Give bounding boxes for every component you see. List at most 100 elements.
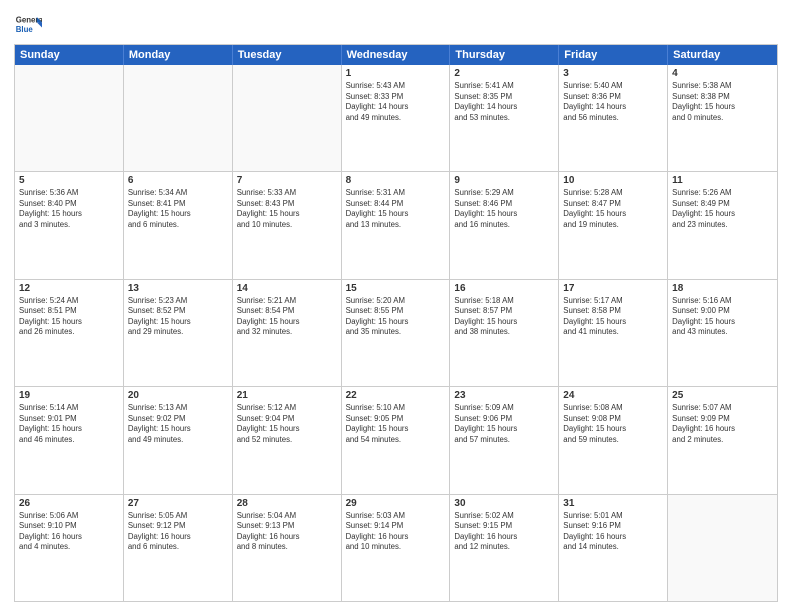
calendar-cell: 13Sunrise: 5:23 AMSunset: 8:52 PMDayligh… bbox=[124, 280, 233, 386]
logo-icon: General Blue bbox=[14, 10, 42, 38]
calendar-cell: 29 Sunrise: 5:03 AMSunset: 9:14 PMDayligh… bbox=[342, 495, 451, 601]
cell-info: Sunrise: 5:18 AMSunset: 8:57 PMDaylight:… bbox=[454, 296, 554, 338]
page: General Blue SundayMondayTuesdayWednesda… bbox=[0, 0, 792, 612]
calendar-cell: 22Sunrise: 5:10 AMSunset: 9:05 PMDayligh… bbox=[342, 387, 451, 493]
day-number: 2 bbox=[454, 68, 554, 79]
calendar-row-2: 5 Sunrise: 5:36 AMSunset: 8:40 PMDaylight… bbox=[15, 171, 777, 278]
day-number: 30 bbox=[454, 498, 554, 509]
calendar-cell: 17 Sunrise: 5:17 AMSunset: 8:58 PMDayligh… bbox=[559, 280, 668, 386]
calendar-header: SundayMondayTuesdayWednesdayThursdayFrid… bbox=[15, 45, 777, 65]
cell-info: Sunrise: 5:29 AMSunset: 8:46 PMDaylight:… bbox=[454, 188, 554, 230]
cell-info: Sunrise: 5:02 AMSunset: 9:15 PMDaylight:… bbox=[454, 511, 554, 553]
cell-info: Sunrise: 5:38 AMSunset: 8:38 PMDaylight:… bbox=[672, 81, 773, 123]
day-number: 28 bbox=[237, 498, 337, 509]
header-day-saturday: Saturday bbox=[668, 45, 777, 65]
header-day-wednesday: Wednesday bbox=[342, 45, 451, 65]
day-number: 19 bbox=[19, 390, 119, 401]
calendar-row-4: 19 Sunrise: 5:14 AMSunset: 9:01 PMDayligh… bbox=[15, 386, 777, 493]
day-number: 23 bbox=[454, 390, 554, 401]
day-number: 3 bbox=[563, 68, 663, 79]
header-day-monday: Monday bbox=[124, 45, 233, 65]
cell-info: Sunrise: 5:06 AMSunset: 9:10 PMDaylight:… bbox=[19, 511, 119, 553]
day-number: 10 bbox=[563, 175, 663, 186]
cell-info: Sunrise: 5:13 AMSunset: 9:02 PMDaylight:… bbox=[128, 403, 228, 445]
cell-info: Sunrise: 5:21 AMSunset: 8:54 PMDaylight:… bbox=[237, 296, 337, 338]
day-number: 11 bbox=[672, 175, 773, 186]
cell-info: Sunrise: 5:17 AMSunset: 8:58 PMDaylight:… bbox=[563, 296, 663, 338]
day-number: 25 bbox=[672, 390, 773, 401]
cell-info: Sunrise: 5:09 AMSunset: 9:06 PMDaylight:… bbox=[454, 403, 554, 445]
cell-info: Sunrise: 5:24 AMSunset: 8:51 PMDaylight:… bbox=[19, 296, 119, 338]
cell-info: Sunrise: 5:01 AMSunset: 9:16 PMDaylight:… bbox=[563, 511, 663, 553]
cell-info: Sunrise: 5:20 AMSunset: 8:55 PMDaylight:… bbox=[346, 296, 446, 338]
cell-info: Sunrise: 5:16 AMSunset: 9:00 PMDaylight:… bbox=[672, 296, 773, 338]
calendar-cell: 12Sunrise: 5:24 AMSunset: 8:51 PMDayligh… bbox=[15, 280, 124, 386]
calendar-cell: 30 Sunrise: 5:02 AMSunset: 9:15 PMDayligh… bbox=[450, 495, 559, 601]
day-number: 15 bbox=[346, 283, 446, 294]
cell-info: Sunrise: 5:08 AMSunset: 9:08 PMDaylight:… bbox=[563, 403, 663, 445]
day-number: 9 bbox=[454, 175, 554, 186]
cell-info: Sunrise: 5:31 AMSunset: 8:44 PMDaylight:… bbox=[346, 188, 446, 230]
day-number: 18 bbox=[672, 283, 773, 294]
day-number: 17 bbox=[563, 283, 663, 294]
cell-info: Sunrise: 5:40 AMSunset: 8:36 PMDaylight:… bbox=[563, 81, 663, 123]
day-number: 20 bbox=[128, 390, 228, 401]
day-number: 16 bbox=[454, 283, 554, 294]
day-number: 14 bbox=[237, 283, 337, 294]
calendar-row-3: 12Sunrise: 5:24 AMSunset: 8:51 PMDayligh… bbox=[15, 279, 777, 386]
day-number: 27 bbox=[128, 498, 228, 509]
day-number: 7 bbox=[237, 175, 337, 186]
cell-info: Sunrise: 5:14 AMSunset: 9:01 PMDaylight:… bbox=[19, 403, 119, 445]
cell-info: Sunrise: 5:05 AMSunset: 9:12 PMDaylight:… bbox=[128, 511, 228, 553]
logo: General Blue bbox=[14, 10, 46, 38]
cell-info: Sunrise: 5:36 AMSunset: 8:40 PMDaylight:… bbox=[19, 188, 119, 230]
calendar-cell: 5 Sunrise: 5:36 AMSunset: 8:40 PMDaylight… bbox=[15, 172, 124, 278]
svg-text:Blue: Blue bbox=[16, 25, 34, 34]
calendar-cell: 21Sunrise: 5:12 AMSunset: 9:04 PMDayligh… bbox=[233, 387, 342, 493]
cell-info: Sunrise: 5:33 AMSunset: 8:43 PMDaylight:… bbox=[237, 188, 337, 230]
calendar-cell bbox=[668, 495, 777, 601]
cell-info: Sunrise: 5:04 AMSunset: 9:13 PMDaylight:… bbox=[237, 511, 337, 553]
calendar-cell: 11 Sunrise: 5:26 AMSunset: 8:49 PMDayligh… bbox=[668, 172, 777, 278]
cell-info: Sunrise: 5:03 AMSunset: 9:14 PMDaylight:… bbox=[346, 511, 446, 553]
calendar-cell: 27 Sunrise: 5:05 AMSunset: 9:12 PMDayligh… bbox=[124, 495, 233, 601]
cell-info: Sunrise: 5:07 AMSunset: 9:09 PMDaylight:… bbox=[672, 403, 773, 445]
cell-info: Sunrise: 5:12 AMSunset: 9:04 PMDaylight:… bbox=[237, 403, 337, 445]
calendar-cell: 15 Sunrise: 5:20 AMSunset: 8:55 PMDayligh… bbox=[342, 280, 451, 386]
calendar-cell: 1 Sunrise: 5:43 AMSunset: 8:33 PMDaylight… bbox=[342, 65, 451, 171]
calendar-cell: 19 Sunrise: 5:14 AMSunset: 9:01 PMDayligh… bbox=[15, 387, 124, 493]
cell-info: Sunrise: 5:10 AMSunset: 9:05 PMDaylight:… bbox=[346, 403, 446, 445]
day-number: 6 bbox=[128, 175, 228, 186]
calendar: SundayMondayTuesdayWednesdayThursdayFrid… bbox=[14, 44, 778, 602]
header-day-sunday: Sunday bbox=[15, 45, 124, 65]
cell-info: Sunrise: 5:34 AMSunset: 8:41 PMDaylight:… bbox=[128, 188, 228, 230]
calendar-cell: 26Sunrise: 5:06 AMSunset: 9:10 PMDayligh… bbox=[15, 495, 124, 601]
calendar-row-5: 26Sunrise: 5:06 AMSunset: 9:10 PMDayligh… bbox=[15, 494, 777, 601]
day-number: 8 bbox=[346, 175, 446, 186]
calendar-cell: 28 Sunrise: 5:04 AMSunset: 9:13 PMDayligh… bbox=[233, 495, 342, 601]
day-number: 13 bbox=[128, 283, 228, 294]
calendar-cell: 24Sunrise: 5:08 AMSunset: 9:08 PMDayligh… bbox=[559, 387, 668, 493]
calendar-cell bbox=[15, 65, 124, 171]
calendar-cell: 4 Sunrise: 5:38 AMSunset: 8:38 PMDaylight… bbox=[668, 65, 777, 171]
cell-info: Sunrise: 5:28 AMSunset: 8:47 PMDaylight:… bbox=[563, 188, 663, 230]
calendar-cell: 9 Sunrise: 5:29 AMSunset: 8:46 PMDaylight… bbox=[450, 172, 559, 278]
day-number: 5 bbox=[19, 175, 119, 186]
calendar-cell bbox=[124, 65, 233, 171]
header-day-tuesday: Tuesday bbox=[233, 45, 342, 65]
calendar-cell: 8 Sunrise: 5:31 AMSunset: 8:44 PMDaylight… bbox=[342, 172, 451, 278]
calendar-cell: 25 Sunrise: 5:07 AMSunset: 9:09 PMDayligh… bbox=[668, 387, 777, 493]
cell-info: Sunrise: 5:43 AMSunset: 8:33 PMDaylight:… bbox=[346, 81, 446, 123]
calendar-cell: 23 Sunrise: 5:09 AMSunset: 9:06 PMDayligh… bbox=[450, 387, 559, 493]
calendar-cell: 2 Sunrise: 5:41 AMSunset: 8:35 PMDaylight… bbox=[450, 65, 559, 171]
day-number: 4 bbox=[672, 68, 773, 79]
calendar-row-1: 1 Sunrise: 5:43 AMSunset: 8:33 PMDaylight… bbox=[15, 65, 777, 171]
calendar-cell: 7 Sunrise: 5:33 AMSunset: 8:43 PMDaylight… bbox=[233, 172, 342, 278]
day-number: 1 bbox=[346, 68, 446, 79]
calendar-cell: 10 Sunrise: 5:28 AMSunset: 8:47 PMDayligh… bbox=[559, 172, 668, 278]
calendar-cell: 6 Sunrise: 5:34 AMSunset: 8:41 PMDaylight… bbox=[124, 172, 233, 278]
cell-info: Sunrise: 5:41 AMSunset: 8:35 PMDaylight:… bbox=[454, 81, 554, 123]
day-number: 29 bbox=[346, 498, 446, 509]
cell-info: Sunrise: 5:26 AMSunset: 8:49 PMDaylight:… bbox=[672, 188, 773, 230]
calendar-cell bbox=[233, 65, 342, 171]
